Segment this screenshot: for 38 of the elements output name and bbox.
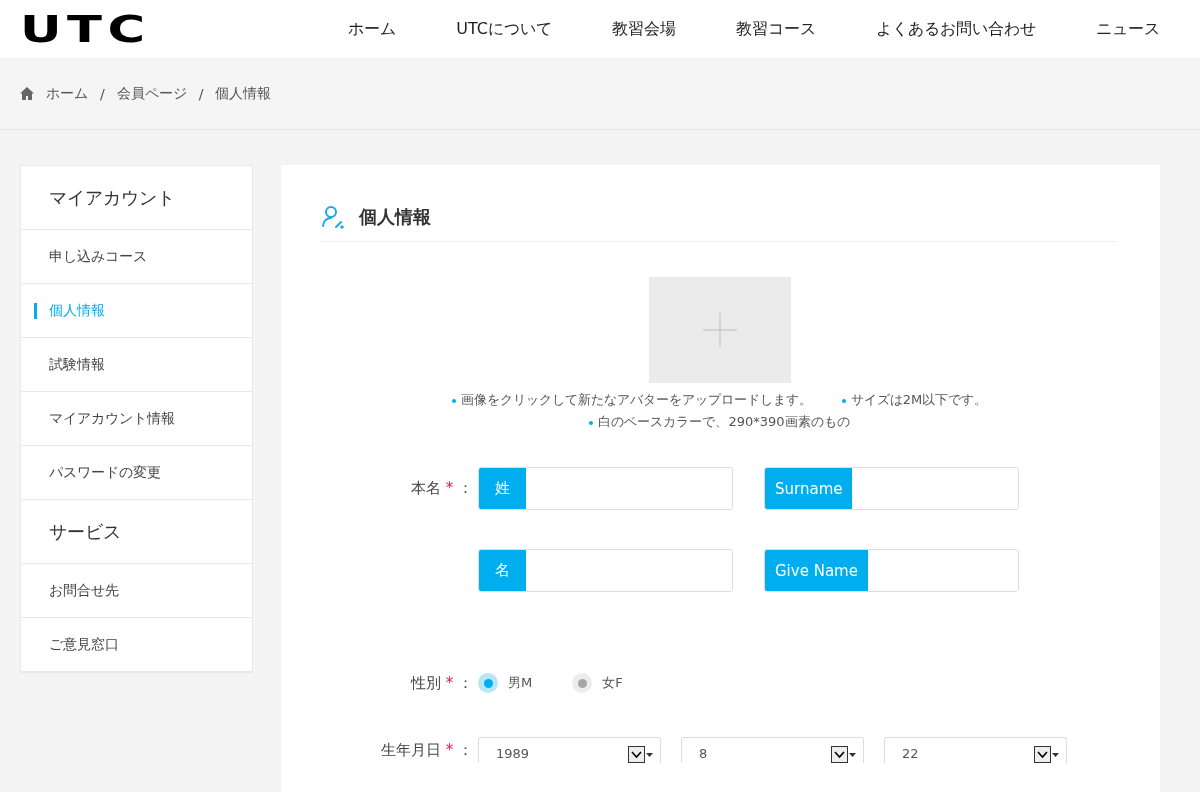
radio-option[interactable]: 男M bbox=[478, 673, 533, 693]
upload-note: サイズは2M以下です。 bbox=[841, 391, 988, 409]
sidebar-heading: マイアカウント bbox=[21, 166, 252, 230]
sidebar-item[interactable]: 試験情報 bbox=[21, 338, 252, 392]
logo[interactable]: UTC bbox=[20, 10, 151, 48]
breadcrumb-separator: / bbox=[100, 85, 105, 102]
breadcrumb-separator: / bbox=[198, 85, 204, 102]
nav-link[interactable]: 教習コース bbox=[736, 18, 816, 40]
select-field[interactable]: 1989 bbox=[478, 737, 661, 763]
sidebar-heading: サービス bbox=[21, 500, 252, 564]
dropdown-icon bbox=[831, 746, 857, 763]
sidebar-item[interactable]: 申し込みコース bbox=[21, 230, 252, 284]
home-icon[interactable] bbox=[20, 87, 34, 100]
breadcrumb-link[interactable]: 会員ページ bbox=[116, 84, 187, 103]
select-field[interactable]: 8 bbox=[681, 737, 864, 763]
nav-link[interactable]: よくあるお問い合わせ bbox=[876, 18, 1036, 40]
sidebar-item[interactable]: ご意見窓口 bbox=[21, 618, 252, 672]
radio-option[interactable]: 女F bbox=[572, 673, 623, 693]
nav-link[interactable]: ホーム bbox=[348, 18, 397, 40]
breadcrumb-link[interactable]: 個人情報 bbox=[215, 84, 272, 103]
field-label: 本名 * ： bbox=[409, 479, 474, 498]
nav-link[interactable]: ニュース bbox=[1096, 18, 1160, 40]
sidebar-item[interactable]: お問合せ先 bbox=[21, 564, 252, 618]
nav-link[interactable]: 教習会場 bbox=[612, 18, 676, 40]
section-title: 個人情報 bbox=[359, 205, 431, 229]
dropdown-icon bbox=[628, 746, 654, 763]
user-edit-icon bbox=[321, 205, 345, 229]
dropdown-icon bbox=[1034, 746, 1060, 763]
upload-note: 白のベースカラーで、290*390画素のもの bbox=[589, 413, 850, 431]
upload-note: 画像をクリックして新たなアバターをアップロードします。 bbox=[451, 391, 812, 409]
field-label: 生年月日 * ： bbox=[379, 740, 474, 760]
plus-icon bbox=[702, 313, 737, 347]
nav-link[interactable]: UTCについて bbox=[456, 18, 552, 40]
select-field[interactable]: 22 bbox=[884, 737, 1067, 763]
sidebar-item[interactable]: マイアカウント情報 bbox=[21, 392, 252, 446]
breadcrumb-link[interactable]: ホーム bbox=[46, 84, 88, 103]
field-label: 性別 * ： bbox=[409, 673, 474, 693]
sidebar-item[interactable]: パスワードの変更 bbox=[21, 446, 252, 500]
